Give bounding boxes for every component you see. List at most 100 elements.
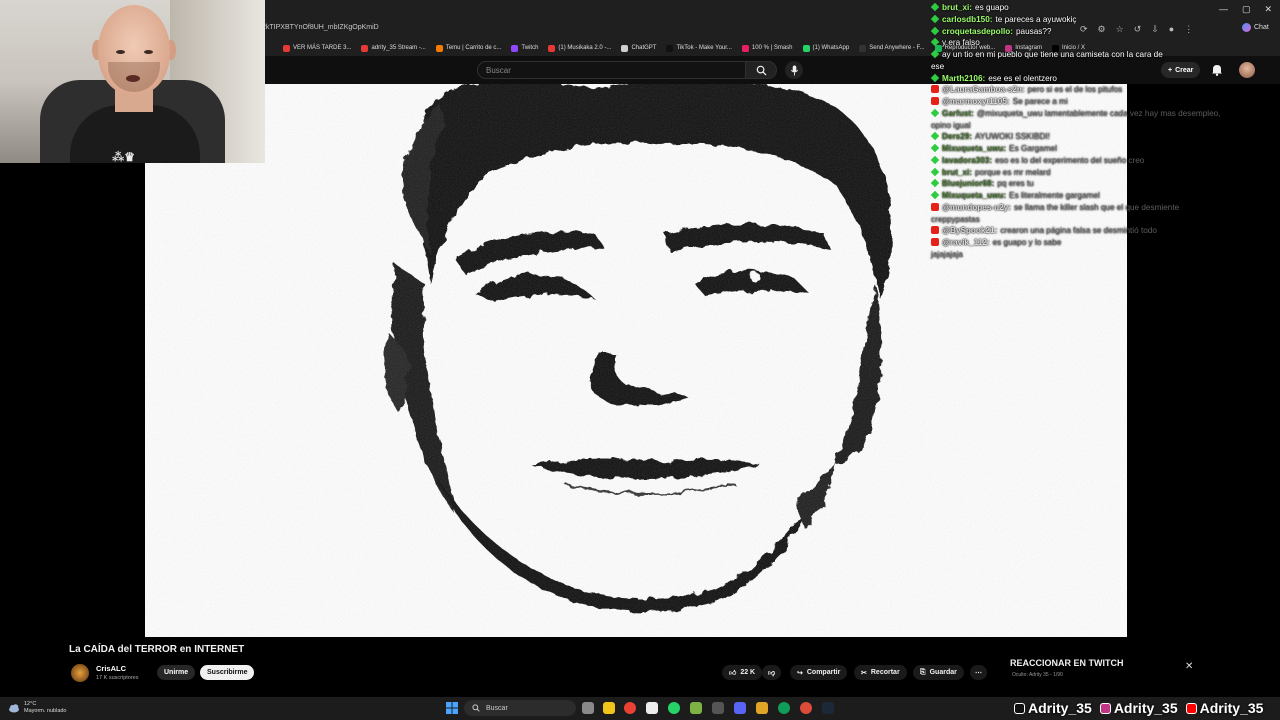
channel-avatar[interactable] [71, 664, 89, 682]
social-handles-overlay: Adrity_35 Adrity_35 Adrity_35 [1014, 700, 1263, 716]
subscribe-button[interactable]: Suscribirme [200, 665, 255, 680]
sketch-face-frame [145, 84, 1127, 637]
social-handle: Adrity_35 [1014, 700, 1092, 716]
bookmark-favicon-icon [283, 44, 290, 52]
social-handle: Adrity_35 [1099, 700, 1178, 716]
whatsapp-icon[interactable] [668, 702, 680, 714]
video-player[interactable] [145, 84, 1127, 637]
user-avatar[interactable] [1239, 62, 1255, 78]
clip-button[interactable]: ✂ Recortar [854, 665, 907, 680]
download-icon[interactable]: ⇩ [1151, 24, 1159, 35]
join-button[interactable]: Unirme [157, 665, 196, 680]
bookmarks-bar: VER MÁS TARDE 3... adrity_35 Stream -... T… [265, 40, 1280, 56]
browser-chat-label: Chat [1254, 24, 1269, 31]
bookmark-item[interactable]: VER MÁS TARDE 3... [283, 44, 352, 52]
steam-icon[interactable] [822, 702, 834, 714]
create-label: Crear [1175, 66, 1194, 74]
close-icon[interactable]: ✕ [1185, 661, 1193, 672]
streamer-webcam: ⁂♛ [0, 0, 265, 163]
bookmark-item[interactable]: ChatGPT [621, 44, 657, 52]
youtube-icon [1185, 702, 1197, 714]
bookmark-item[interactable]: Inicio / X [1051, 44, 1085, 52]
history-icon[interactable]: ↺ [1134, 24, 1142, 35]
bookmark-favicon-icon [859, 44, 867, 52]
bookmark-item[interactable]: Temu | Carrito de c... [435, 44, 502, 52]
bookmark-item[interactable]: Twitch [511, 44, 538, 52]
thumbs-down-icon: 👎︎ [768, 670, 776, 677]
windows-start-icon[interactable] [446, 702, 458, 714]
task-view-icon[interactable] [582, 702, 594, 714]
bookmark-favicon-icon [511, 44, 519, 52]
bookmark-favicon-icon [666, 44, 674, 52]
cloud-icon [9, 704, 19, 713]
window-controls: — ▢ ✕ [1219, 4, 1272, 15]
bookmark-item[interactable]: Reproductor web... [934, 44, 996, 52]
bookmark-item[interactable]: TikTok - Make Your... [666, 44, 732, 52]
search-input[interactable]: Buscar [477, 61, 754, 79]
bookmark-label: ChatGPT [631, 45, 657, 51]
bookmark-item[interactable]: 100 % | Smash [741, 44, 793, 52]
notepad-icon[interactable] [646, 702, 658, 714]
weather-description: Mayorm. nublado [24, 708, 67, 714]
bookmark-label: TikTok - Make Your... [676, 45, 732, 51]
more-dots-icon: ⋯ [975, 669, 982, 677]
youtube-header: Buscar + Crear [265, 56, 1280, 84]
bookmark-item[interactable]: Send Anywhere - F... [859, 44, 925, 52]
obs-icon[interactable] [712, 702, 724, 714]
minecraft-icon[interactable] [690, 702, 702, 714]
taskbar-search-label: Buscar [486, 704, 508, 712]
notifications-bell-icon[interactable] [1211, 63, 1223, 76]
minimize-icon[interactable]: — [1219, 4, 1228, 15]
chrome-icon[interactable] [624, 702, 636, 714]
search-icon [756, 65, 767, 76]
browser-toolbar-icons: ⟳ ⚙ ☆ ↺ ⇩ ● ⋮ [1080, 24, 1193, 35]
bookmark-label: Reproductor web... [944, 45, 996, 51]
search-button[interactable] [745, 61, 777, 79]
more-actions-button[interactable]: ⋯ [970, 665, 987, 680]
weather-widget[interactable]: 12°C Mayorm. nublado [8, 701, 67, 715]
maximize-icon[interactable]: ▢ [1242, 4, 1251, 15]
like-button[interactable]: 👍︎ 22 K [722, 665, 763, 680]
bookmark-item[interactable]: (1) WhatsApp [802, 44, 849, 52]
voice-search-button[interactable] [785, 61, 803, 79]
bookmark-favicon-icon [361, 44, 369, 52]
react-panel-title: REACCIONAR EN TWITCH [1010, 658, 1124, 668]
taskbar-search[interactable]: Buscar [464, 700, 576, 716]
bookmark-label: Temu | Carrito de c... [445, 45, 502, 51]
edge-icon[interactable] [778, 702, 790, 714]
create-button[interactable]: + Crear [1161, 62, 1201, 78]
share-button[interactable]: ↪ Compartir [790, 665, 848, 680]
weather-temperature: 12°C [24, 701, 37, 707]
translate-icon[interactable]: ⚙ [1098, 24, 1106, 35]
address-bar-url[interactable]: 2kTIPXBTYnOf8UH_mbIZKgOpKmiD [262, 24, 379, 31]
bookmark-item[interactable]: Instagram [1005, 44, 1042, 52]
browser-app-icon[interactable] [800, 702, 812, 714]
dislike-button[interactable]: 👎︎ [762, 665, 782, 680]
bookmark-favicon-icon [621, 44, 629, 52]
save-button[interactable]: ⎘ Guardar [913, 665, 964, 680]
discord-icon[interactable] [734, 702, 746, 714]
clip-label: Recortar [870, 669, 900, 676]
channel-name[interactable]: CrisALC [96, 664, 126, 673]
share-label: Compartir [806, 669, 841, 676]
social-handle-text: Adrity_35 [1199, 700, 1264, 716]
react-on-twitch-panel: REACCIONAR EN TWITCH Oculto: Adrity 35 -… [1003, 650, 1203, 698]
social-handle-text: Adrity_35 [1028, 700, 1092, 716]
extension-icon[interactable]: ⟳ [1080, 24, 1088, 35]
star-icon[interactable]: ☆ [1116, 24, 1124, 35]
file-explorer-icon[interactable] [603, 702, 615, 714]
bookmark-icon: ⎘ [920, 668, 926, 676]
bookmark-item[interactable]: (1) Musikaka 2.0 -... [548, 44, 611, 52]
folder-icon[interactable] [756, 702, 768, 714]
shirt-graphic: ⁂♛ [112, 150, 136, 163]
bookmark-label: VER MÁS TARDE 3... [293, 45, 352, 51]
bookmark-label: Inicio / X [1061, 45, 1085, 51]
profile-icon[interactable]: ● [1169, 24, 1174, 35]
bookmark-favicon-icon [435, 44, 443, 52]
bookmark-favicon-icon [548, 44, 556, 52]
bookmark-item[interactable]: adrity_35 Stream -... [361, 44, 426, 52]
close-window-icon[interactable]: ✕ [1264, 4, 1272, 15]
react-panel-subtitle: Oculto: Adrity 35 - 1/90 [1012, 672, 1063, 678]
browser-chat-button[interactable]: Chat [1242, 23, 1269, 32]
menu-dots-icon[interactable]: ⋮ [1184, 24, 1193, 35]
